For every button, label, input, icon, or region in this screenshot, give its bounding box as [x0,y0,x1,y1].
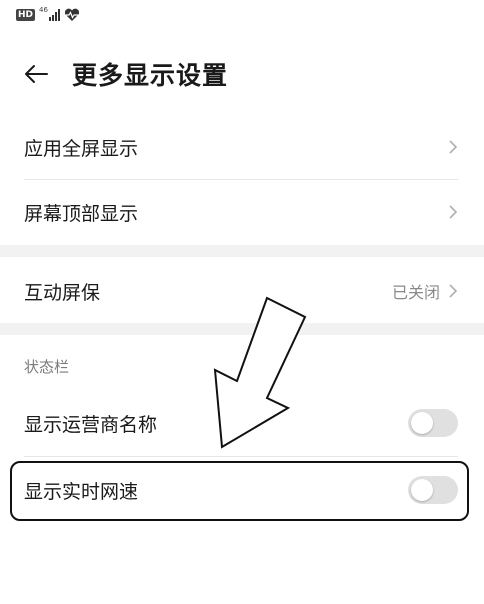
signal-icon: 46 [39,6,61,21]
row-label: 屏幕顶部显示 [24,202,139,225]
section-title: 状态栏 [24,358,70,376]
divider [24,179,458,180]
row-label: 互动屏保 [24,281,101,304]
heart-pulse-icon [64,8,80,21]
section-gap [0,245,484,257]
app-fullscreen-row[interactable]: 应用全屏显示 [24,124,458,170]
screensaver-status: 已关闭 [391,283,440,302]
chevron-right-icon [449,140,458,154]
back-arrow-icon [25,65,48,83]
header: 更多显示设置 [0,52,484,96]
page-title: 更多显示设置 [72,61,229,90]
pointer-arrow-icon [213,296,307,449]
row-label: 显示运营商名称 [24,413,158,436]
row-label: 显示实时网速 [24,480,139,503]
row-label: 应用全屏显示 [24,137,139,160]
chevron-right-icon [449,284,458,298]
network-type: 46 [39,6,48,14]
back-button[interactable] [16,54,56,94]
chevron-right-icon [449,205,458,219]
show-network-speed-row: 显示实时网速 [24,467,458,513]
divider [24,456,458,457]
carrier-name-toggle[interactable] [408,409,458,437]
status-bar: HD 46 [16,6,80,24]
network-speed-toggle[interactable] [408,476,458,504]
screen-top-display-row[interactable]: 屏幕顶部显示 [24,189,458,235]
hd-badge: HD [16,9,36,21]
